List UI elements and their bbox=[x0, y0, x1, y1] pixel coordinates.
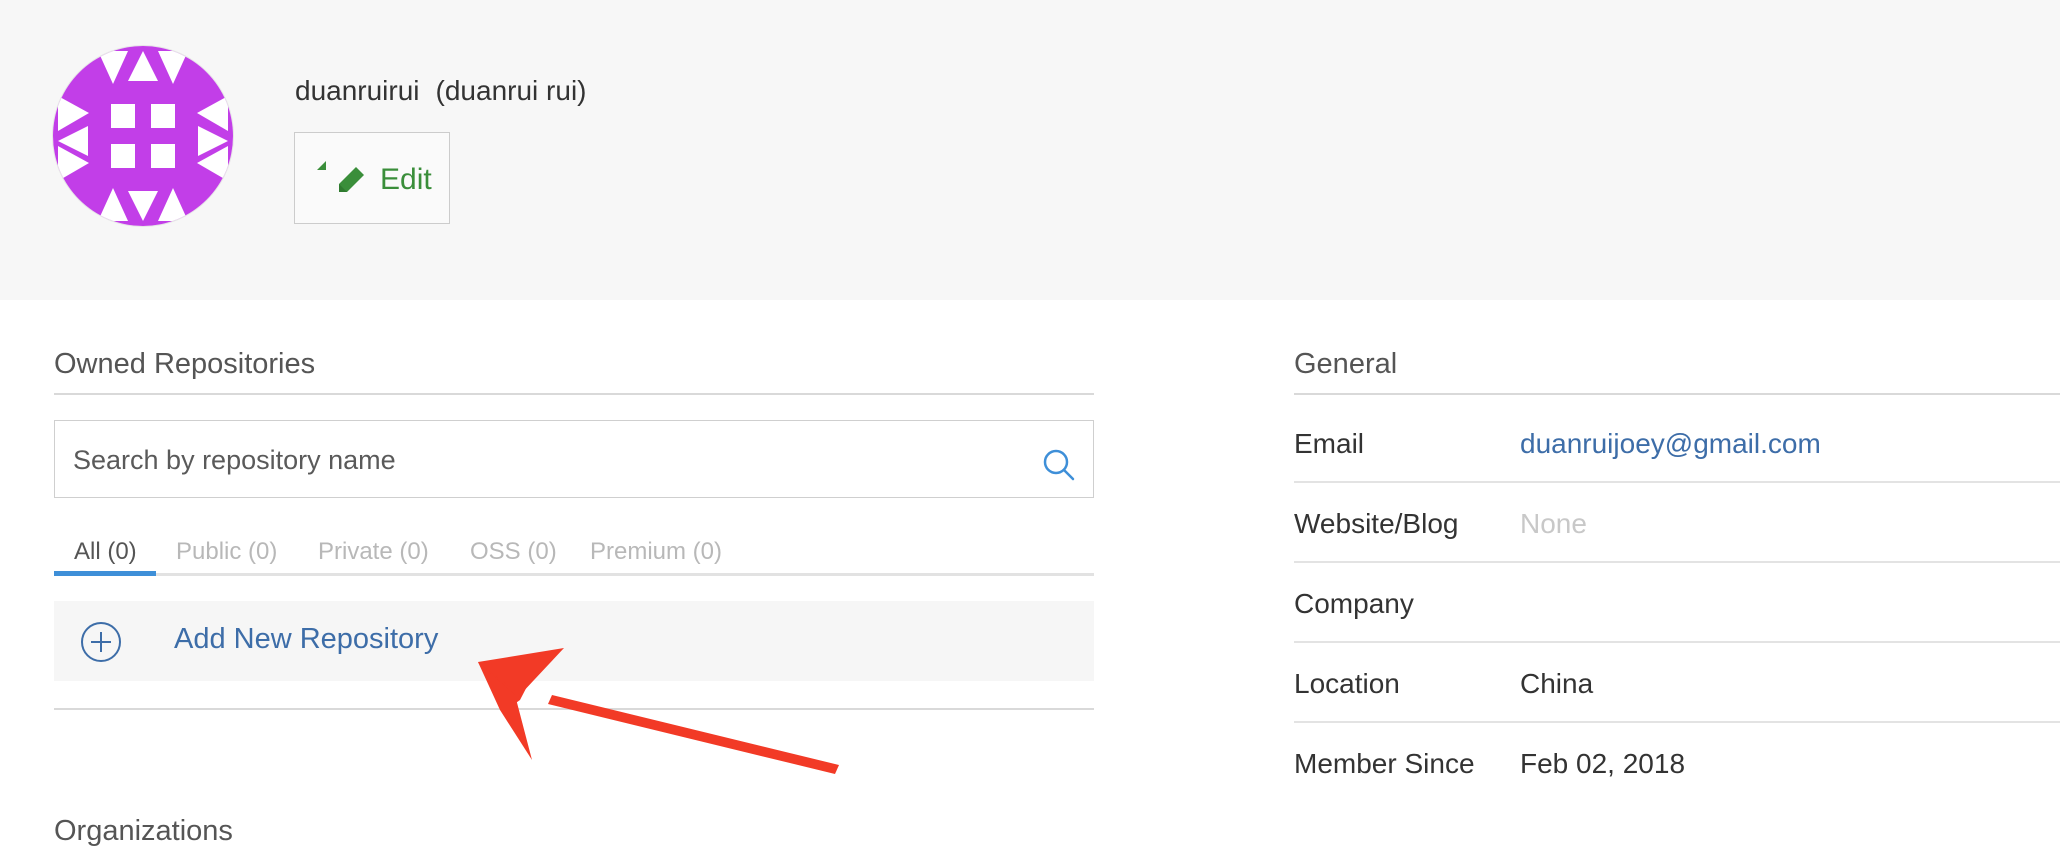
tabs-divider bbox=[54, 573, 1094, 576]
row-divider bbox=[1294, 641, 2060, 643]
organizations-title: Organizations bbox=[54, 815, 233, 847]
annotation-arrow-icon bbox=[478, 648, 839, 774]
edit-profile-button[interactable]: Edit bbox=[294, 132, 450, 224]
location-label: Location bbox=[1294, 668, 1400, 699]
tab-public[interactable]: Public (0) bbox=[176, 538, 277, 566]
section-divider bbox=[54, 393, 1094, 395]
search-icon[interactable] bbox=[1042, 448, 1076, 482]
identicon-avatar-icon bbox=[53, 46, 233, 226]
section-divider bbox=[1294, 393, 2060, 395]
tab-private[interactable]: Private (0) bbox=[318, 538, 429, 566]
row-divider bbox=[1294, 481, 2060, 483]
row-divider bbox=[1294, 561, 2060, 563]
tab-oss[interactable]: OSS (0) bbox=[470, 538, 557, 566]
repository-search-input[interactable] bbox=[71, 421, 1035, 499]
active-tab-indicator bbox=[54, 571, 156, 576]
member-since-label: Member Since bbox=[1294, 748, 1475, 779]
owned-repositories-title: Owned Repositories bbox=[54, 348, 316, 380]
tab-all[interactable]: All (0) bbox=[74, 538, 137, 566]
general-title: General bbox=[1294, 348, 1398, 380]
website-label: Website/Blog bbox=[1294, 508, 1459, 539]
company-label: Company bbox=[1294, 588, 1414, 619]
profile-name-line: duanruirui (duanrui rui) bbox=[295, 75, 586, 107]
pencil-icon bbox=[339, 167, 364, 192]
repository-search-box bbox=[54, 420, 1094, 499]
edit-label: Edit bbox=[380, 163, 432, 196]
tab-premium[interactable]: Premium (0) bbox=[590, 538, 722, 566]
member-since-value: Feb 02, 2018 bbox=[1520, 748, 1686, 779]
row-divider bbox=[1294, 721, 2060, 723]
username: duanruirui bbox=[295, 75, 420, 106]
website-value: None bbox=[1520, 508, 1587, 539]
add-new-repository-label: Add New Repository bbox=[174, 623, 439, 655]
corner-caret-icon bbox=[317, 161, 326, 170]
repository-filter-tabs: All (0) Public (0) Private (0) OSS (0) P… bbox=[54, 538, 1094, 576]
location-value: China bbox=[1520, 668, 1594, 699]
full-name: (duanrui rui) bbox=[435, 75, 587, 106]
email-link[interactable]: duanruijoey@gmail.com bbox=[1520, 428, 1821, 460]
avatar bbox=[53, 46, 233, 226]
email-label: Email bbox=[1294, 428, 1365, 459]
profile-header: duanruirui (duanrui rui) Edit bbox=[0, 0, 2060, 300]
add-circle-icon bbox=[81, 622, 121, 662]
